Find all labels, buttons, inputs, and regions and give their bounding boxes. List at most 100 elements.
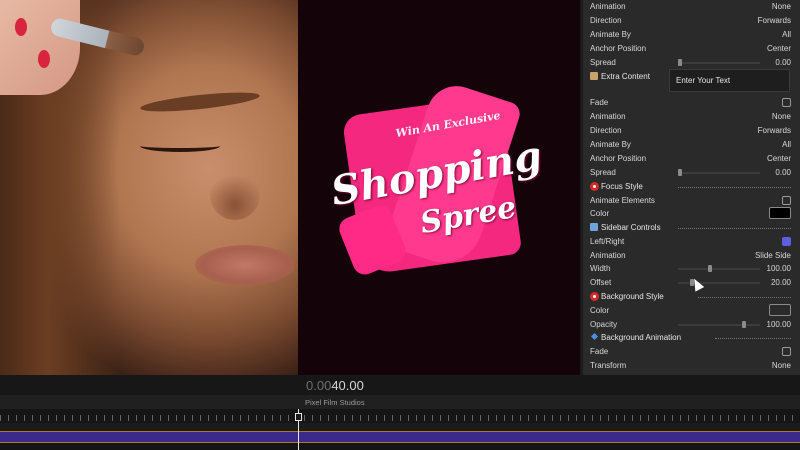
spread-slider[interactable] xyxy=(678,59,760,66)
closed-eye xyxy=(140,140,220,152)
slider-knob[interactable] xyxy=(678,169,682,176)
timecode-bar xyxy=(0,375,800,395)
color-swatch[interactable] xyxy=(769,207,791,219)
fade-checkbox[interactable] xyxy=(782,347,791,356)
width-slider[interactable] xyxy=(678,265,760,272)
slider-knob[interactable] xyxy=(708,265,712,272)
nose xyxy=(210,170,260,220)
param-value[interactable]: 0.00 xyxy=(775,168,791,177)
param-color[interactable]: Color xyxy=(583,207,800,221)
background-style-group[interactable]: Background Style xyxy=(583,290,800,304)
clip-label: Pixel Film Studios xyxy=(305,398,365,407)
hand xyxy=(0,0,80,95)
param-label: Anchor Position xyxy=(590,44,647,53)
slider-knob[interactable] xyxy=(742,321,746,328)
param-value[interactable]: Center xyxy=(767,154,791,163)
textfield-value: Enter Your Text xyxy=(676,76,731,85)
slider-knob[interactable] xyxy=(678,59,682,66)
background-animation-group[interactable]: Background Animation xyxy=(583,331,800,345)
color-swatch[interactable] xyxy=(769,304,791,316)
param-label: Animation xyxy=(590,251,626,260)
param-fade[interactable]: Fade xyxy=(583,345,800,359)
group-label: Background Style xyxy=(601,292,664,301)
clip-label-bar xyxy=(0,395,800,409)
param-label: Opacity xyxy=(590,320,618,329)
timeline-ruler[interactable] xyxy=(0,409,800,423)
param-animation[interactable]: Animation Slide Side xyxy=(583,249,800,263)
focus-style-group[interactable]: Focus Style xyxy=(583,180,800,194)
param-animate-by[interactable]: Animate By All xyxy=(583,28,800,42)
param-spread[interactable]: Spread 0.00 xyxy=(583,166,800,180)
param-label: Direction xyxy=(590,126,622,135)
timecode-leading: 0.00 xyxy=(306,378,332,393)
param-color[interactable]: Color xyxy=(583,304,800,318)
param-anchor-position[interactable]: Anchor Position Center xyxy=(583,152,800,166)
group-divider xyxy=(678,228,791,229)
param-fade[interactable]: Fade xyxy=(583,96,800,110)
left-right-checkbox[interactable] xyxy=(782,237,791,246)
eyebrow xyxy=(139,88,261,116)
timecode-value: 40.00 xyxy=(331,378,364,393)
motion-icon xyxy=(590,182,599,191)
group-divider xyxy=(715,338,791,339)
param-value[interactable]: None xyxy=(772,2,791,11)
param-opacity[interactable]: Opacity 100.00 xyxy=(583,318,800,332)
timeline-track-area[interactable] xyxy=(0,443,800,450)
animate-elements-checkbox[interactable] xyxy=(782,196,791,205)
param-value[interactable]: Forwards xyxy=(758,16,791,25)
param-value[interactable]: Forwards xyxy=(758,126,791,135)
param-label: Spread xyxy=(590,168,616,177)
playhead-handle[interactable] xyxy=(295,413,302,421)
spread-slider[interactable] xyxy=(678,169,760,176)
param-value[interactable]: Slide Side xyxy=(755,251,791,260)
param-value[interactable]: None xyxy=(772,361,791,370)
param-direction[interactable]: Direction Forwards xyxy=(583,14,800,28)
fade-checkbox[interactable] xyxy=(782,98,791,107)
param-transform[interactable]: Transform None xyxy=(583,359,800,373)
timeline-track-clip[interactable] xyxy=(0,431,800,443)
param-label: Animation xyxy=(590,2,626,11)
param-label: Left/Right xyxy=(590,237,625,246)
param-value[interactable]: All xyxy=(782,30,791,39)
param-value[interactable]: 0.00 xyxy=(775,58,791,67)
param-left-right[interactable]: Left/Right xyxy=(583,235,800,249)
param-label: Transform xyxy=(590,361,627,370)
param-value[interactable]: 100.00 xyxy=(767,320,791,329)
param-anchor-position[interactable]: Anchor Position Center xyxy=(583,42,800,56)
param-animate-elements[interactable]: Animate Elements xyxy=(583,194,800,208)
param-animation[interactable]: Animation None xyxy=(583,110,800,124)
fingernail xyxy=(38,50,50,68)
param-direction[interactable]: Direction Forwards xyxy=(583,124,800,138)
param-animation[interactable]: Animation None xyxy=(583,0,800,14)
param-value[interactable]: All xyxy=(782,140,791,149)
param-animate-by[interactable]: Animate By All xyxy=(583,138,800,152)
photo-layer xyxy=(0,0,298,375)
param-value[interactable]: 100.00 xyxy=(767,264,791,273)
param-label: Color xyxy=(590,306,610,315)
param-value[interactable]: 20.00 xyxy=(771,278,791,287)
fingernail xyxy=(15,18,27,36)
group-divider xyxy=(698,297,791,298)
param-label: Fade xyxy=(590,347,609,356)
sidebar-icon xyxy=(590,223,598,231)
param-label: Spread xyxy=(590,58,616,67)
param-label: Animate By xyxy=(590,140,631,149)
opacity-slider[interactable] xyxy=(678,321,760,328)
timecode-display[interactable]: 0.0040.00 xyxy=(306,378,364,393)
param-width[interactable]: Width 100.00 xyxy=(583,262,800,276)
param-label: Animation xyxy=(590,112,626,121)
param-label: Offset xyxy=(590,278,612,287)
param-label: Animate Elements xyxy=(590,196,655,205)
param-spread[interactable]: Spread 0.00 xyxy=(583,56,800,70)
param-value[interactable]: None xyxy=(772,112,791,121)
param-value[interactable]: Center xyxy=(767,44,791,53)
note-icon xyxy=(590,72,598,80)
sidebar-controls-group[interactable]: Sidebar Controls xyxy=(583,221,800,235)
extra-content-textfield[interactable]: Enter Your Text xyxy=(669,69,790,92)
param-label: Extra Content xyxy=(601,72,650,81)
group-label: Focus Style xyxy=(601,182,643,191)
group-label: Background Animation xyxy=(601,333,682,342)
inspector-panel: Animation None Direction Forwards Animat… xyxy=(583,0,800,375)
param-label: Animate By xyxy=(590,30,631,39)
param-label: Anchor Position xyxy=(590,154,647,163)
